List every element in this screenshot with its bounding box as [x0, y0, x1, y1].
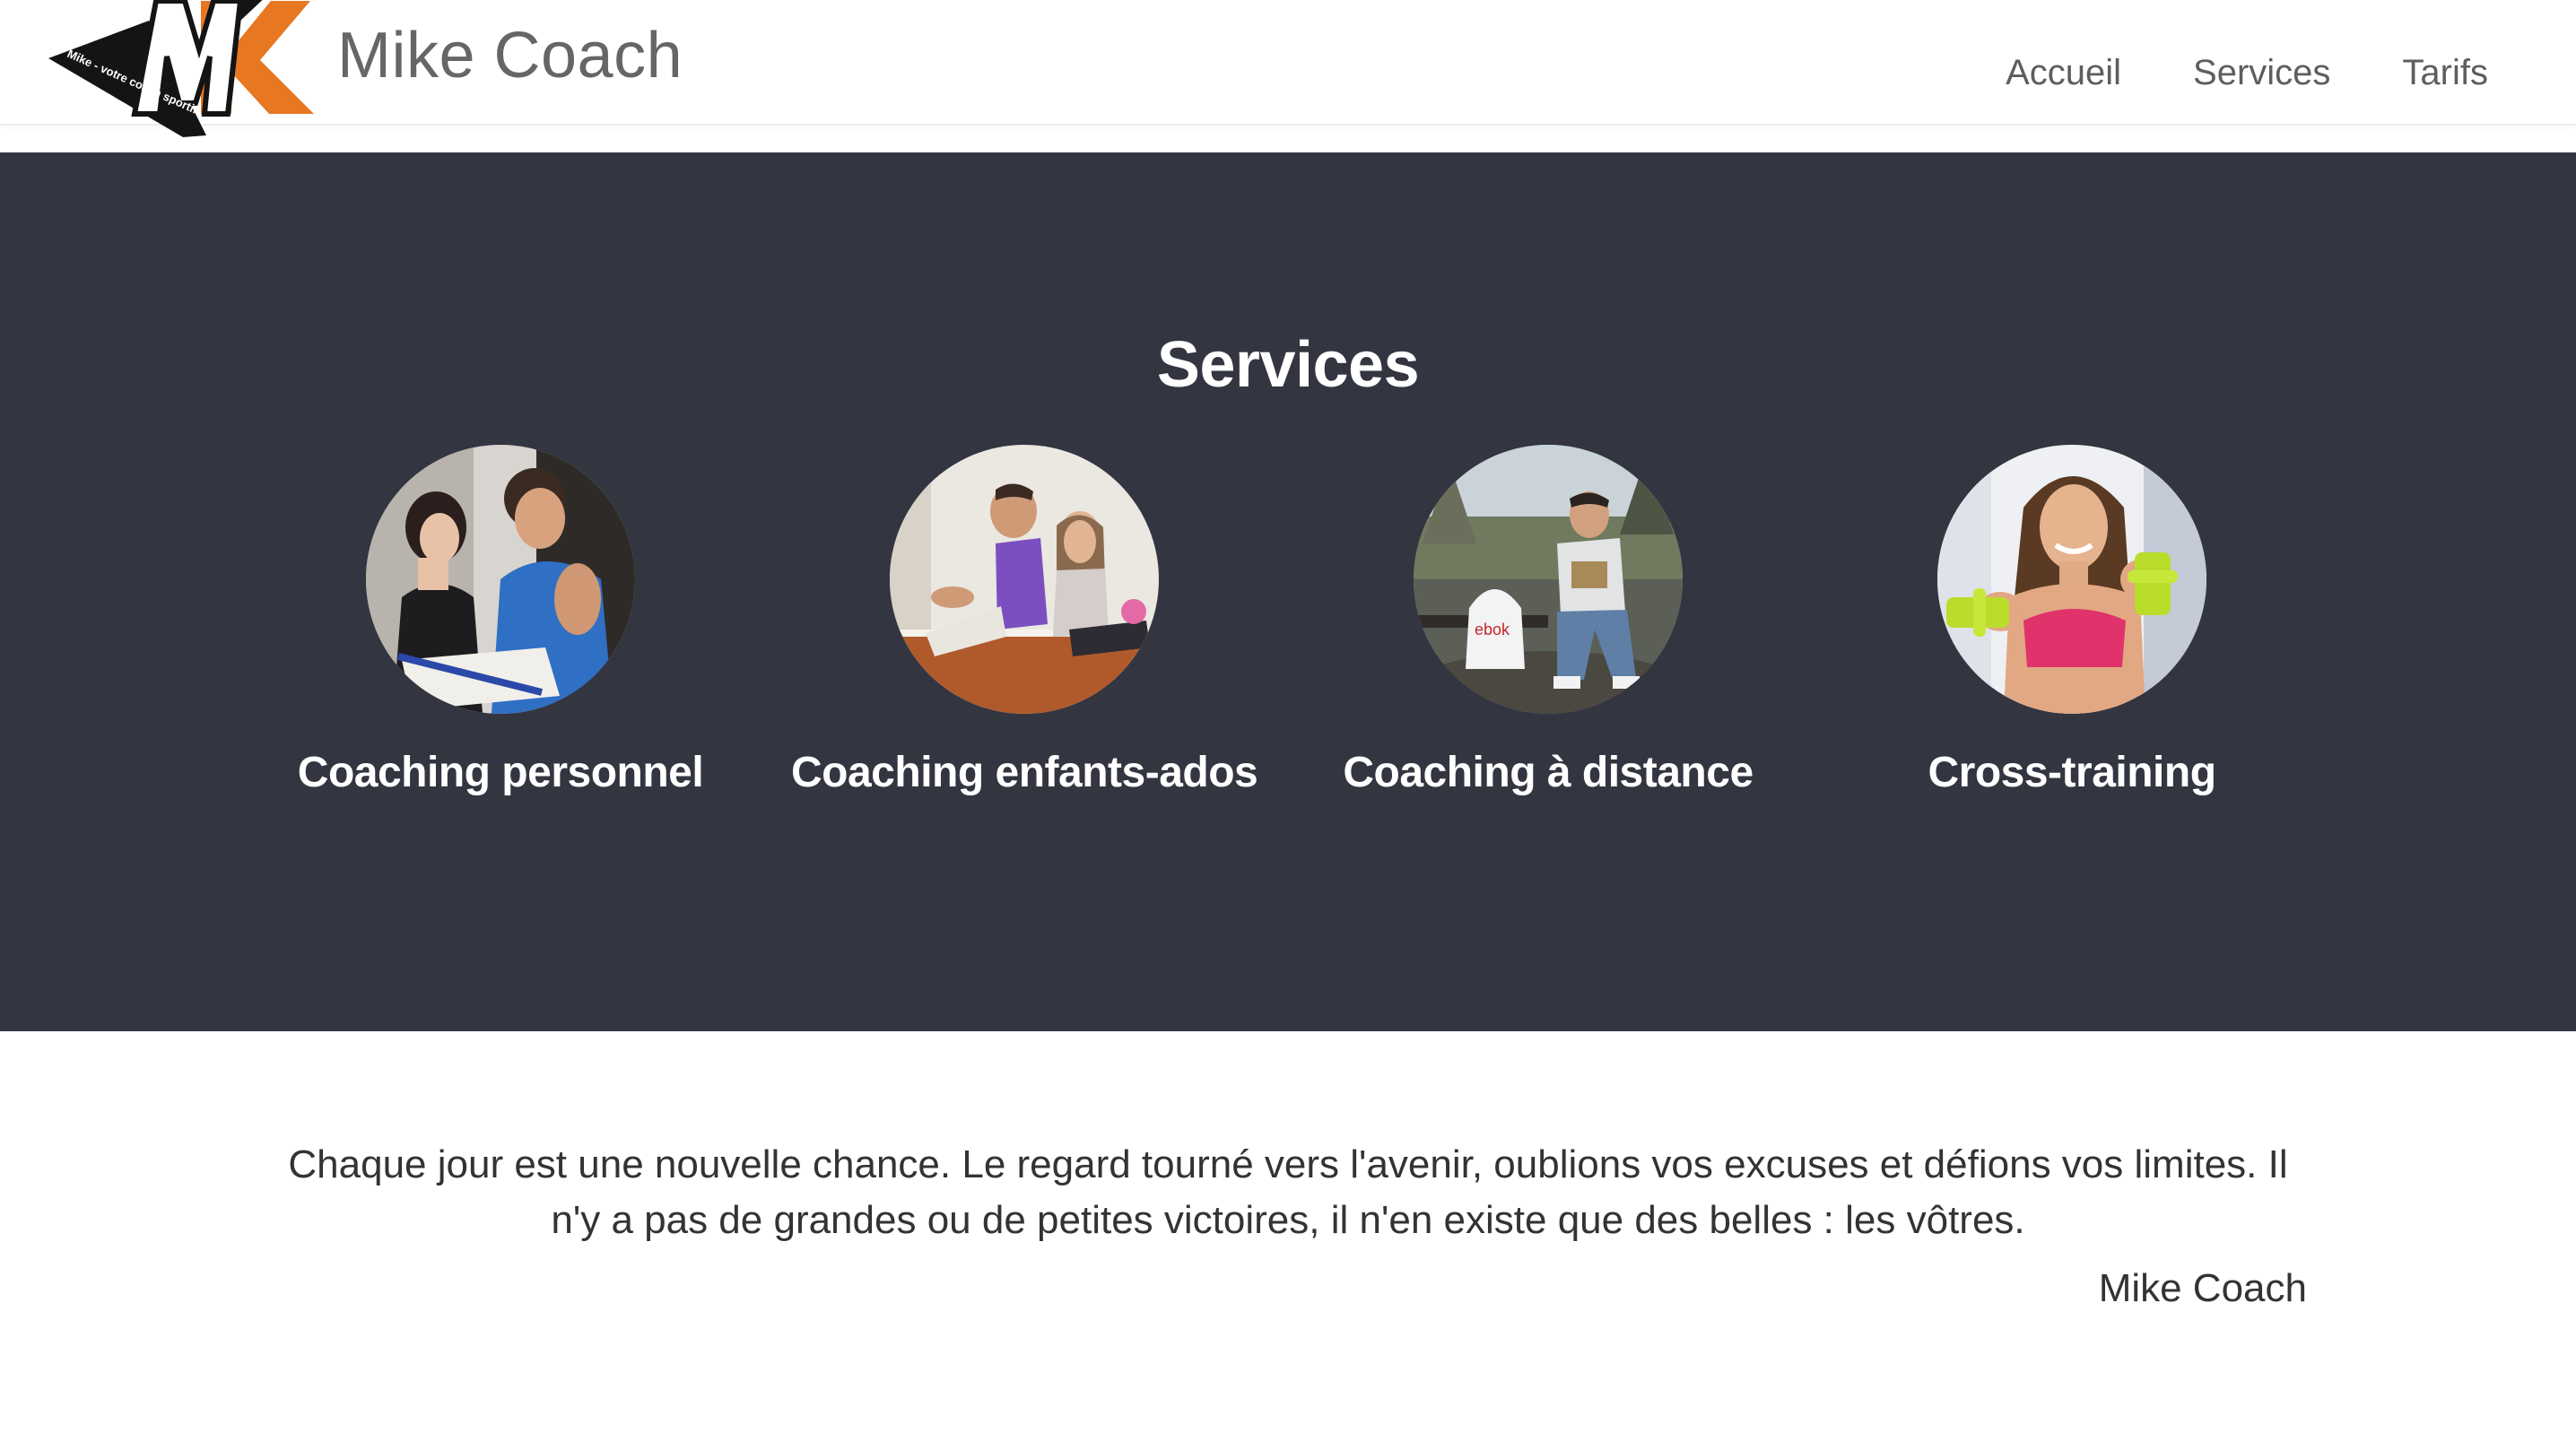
service-card-coaching-a-distance[interactable]: ebok Coaching à distance — [1315, 445, 1781, 797]
nav-link-services[interactable]: Services — [2193, 43, 2330, 102]
services-heading: Services — [1156, 329, 1420, 401]
mk-logo[interactable]: Mike - votre coach sportif — [48, 0, 318, 139]
service-card-cross-training[interactable]: Cross-training — [1839, 445, 2305, 797]
service-label[interactable]: Coaching personnel — [267, 748, 734, 797]
quote-author: Mike Coach — [2098, 1266, 2307, 1310]
nav-link-tarifs[interactable]: Tarifs — [2402, 43, 2488, 102]
remote-coaching-photo[interactable]: ebok — [1414, 445, 1683, 714]
service-card-coaching-personnel[interactable]: Coaching personnel — [267, 445, 734, 797]
service-label[interactable]: Coaching à distance — [1315, 748, 1781, 797]
service-label[interactable]: Coaching enfants-ados — [791, 748, 1258, 797]
motivational-quote: Chaque jour est une nouvelle chance. Le … — [288, 1142, 2288, 1242]
services-section: Services Coaching personnel Coaching enf… — [0, 152, 2576, 1031]
service-label[interactable]: Cross-training — [1839, 748, 2305, 797]
service-card-coaching-enfants-ados[interactable]: Coaching enfants-ados — [791, 445, 1258, 797]
brand-name[interactable]: Mike Coach — [337, 19, 683, 92]
coach-and-child-photo[interactable] — [890, 445, 1159, 714]
coach-and-client-photo[interactable] — [366, 445, 635, 714]
nav-link-accueil[interactable]: Accueil — [2006, 43, 2121, 102]
main-nav: Accueil Services Tarifs — [2006, 43, 2488, 102]
svg-text:ebok: ebok — [1475, 621, 1510, 638]
woman-with-dumbbells-photo[interactable] — [1937, 445, 2206, 714]
brand[interactable]: Mike - votre coach sportif Mike Coach — [48, 0, 683, 137]
navbar: Mike - votre coach sportif Mike Coach Ac… — [0, 0, 2576, 137]
